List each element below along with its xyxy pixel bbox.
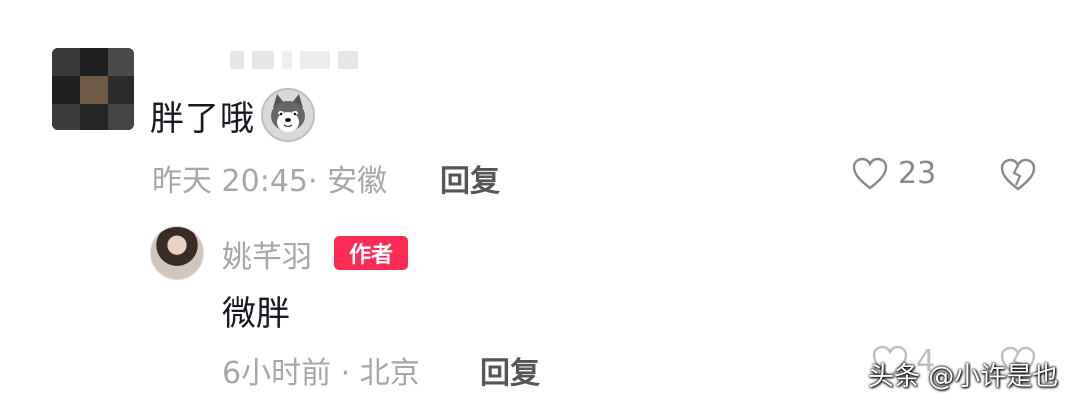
reply-time: 6小时前	[222, 356, 332, 391]
husky-emoji-icon	[261, 88, 315, 142]
commenter-name-redacted[interactable]	[230, 48, 358, 72]
author-badge: 作者	[334, 236, 408, 270]
comment-meta: 昨天 20:45· 安徽	[152, 164, 388, 199]
author-avatar[interactable]	[150, 226, 204, 280]
broken-heart-icon	[1000, 158, 1036, 191]
reply-location: 北京	[359, 356, 420, 391]
reply-to-reply-button[interactable]: 回复	[480, 348, 540, 392]
commenter-avatar[interactable]	[52, 48, 134, 130]
comment-time: 昨天 20:45	[152, 164, 308, 199]
like-count: 23	[898, 156, 937, 191]
reply-meta: 6小时前 · 北京	[222, 356, 420, 391]
reply-button[interactable]: 回复	[440, 156, 500, 200]
author-name[interactable]: 姚芊羽	[222, 232, 312, 276]
reply-text: 微胖	[222, 294, 290, 334]
dislike-button[interactable]	[1000, 158, 1036, 196]
heart-icon	[852, 157, 888, 190]
comment-location: 安徽	[327, 164, 388, 199]
like-button[interactable]: 23	[852, 156, 936, 191]
comment-text: 胖了哦	[150, 88, 315, 142]
watermark: 头条 @小许是也	[868, 362, 1059, 392]
